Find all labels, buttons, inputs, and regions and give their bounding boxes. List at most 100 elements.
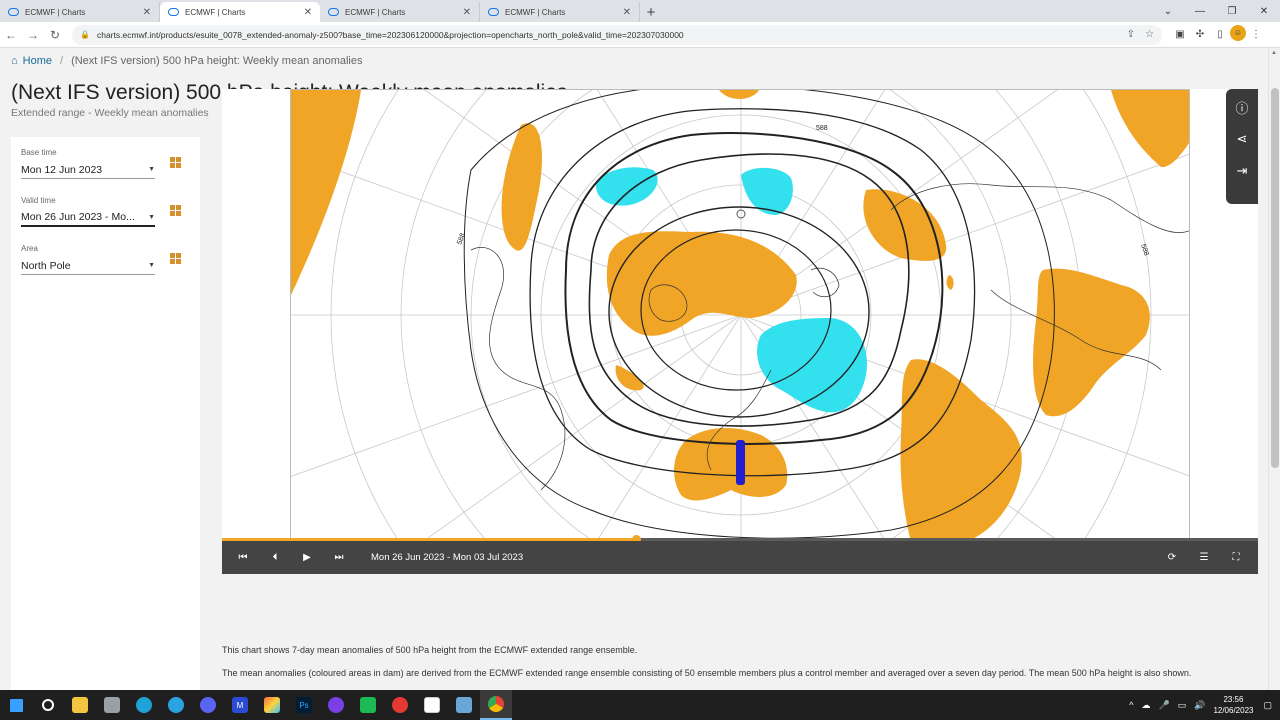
app-icon[interactable] [96,690,128,720]
breadcrumb-home-link[interactable]: Home [23,55,52,67]
ecmwf-favicon-icon [168,8,179,16]
minimize-button[interactable]: — [1184,0,1216,22]
discord-icon[interactable] [192,690,224,720]
positive-anomaly-area [946,275,954,290]
breadcrumb-separator: / [60,55,64,67]
taskbar-clock[interactable]: 23:56 12/06/2023 [1213,694,1253,716]
bookmark-star-icon[interactable]: ☆ [1145,29,1154,40]
step-back-icon[interactable]: ⏴ [259,541,291,574]
close-tab-icon[interactable]: ✕ [623,7,631,18]
home-icon[interactable]: ⌂ [11,55,18,67]
reload-button[interactable]: ↻ [44,24,66,46]
new-tab-button[interactable]: + [640,2,662,22]
notification-icon[interactable]: ▢ [1263,700,1272,711]
edge-browser-icon[interactable] [128,690,160,720]
close-tab-icon[interactable]: ✕ [463,7,471,18]
chart-container: 588 588 588 [222,89,1258,541]
page-scrollbar[interactable]: ▲ [1268,48,1280,690]
share-icon[interactable]: ⋖ [1226,124,1258,154]
browser-menu-icon[interactable]: ⋮ [1246,25,1266,45]
player-time-range: Mon 26 Jun 2023 - Mon 03 Jul 2023 [371,552,524,563]
fullscreen-icon[interactable]: ⛶ [1220,541,1252,574]
anomaly-map[interactable]: 588 588 588 [290,89,1190,541]
positive-anomaly-area [291,90,361,295]
tab-label: ECMWF | Charts [345,7,406,17]
scroll-up-icon[interactable]: ▲ [1271,50,1277,56]
extensions-puzzle-icon[interactable]: ✣ [1190,25,1210,45]
profile-avatar[interactable]: ☺ [1230,24,1246,41]
cloud-icon[interactable]: ☁ [1141,700,1150,711]
area-label: Area [21,244,38,253]
app-icon[interactable] [352,690,384,720]
breadcrumb: ⌂ Home / (Next IFS version) 500 hPa heig… [11,55,363,67]
close-window-button[interactable]: ✕ [1248,0,1280,22]
animation-player: ⏮ ⏴ ▶ ⏭ Mon 26 Jun 2023 - Mon 03 Jul 202… [222,541,1258,574]
browser-tab-active[interactable]: ECMWF | Charts ✕ [160,2,320,22]
positive-anomaly-area [863,189,947,261]
tray-overflow-icon[interactable]: ^ [1129,700,1133,710]
area-field: Area North Pole ▼ [21,244,197,275]
play-icon[interactable]: ▶ [291,541,323,574]
url-text[interactable]: charts.ecmwf.int/products/esuite_0078_ex… [97,30,1117,40]
page-subtitle: Extended range - Weekly mean anomalies [11,107,209,119]
file-explorer-icon[interactable] [64,690,96,720]
contour-label: 588 [1139,243,1150,256]
grid-view-icon[interactable] [170,253,181,264]
skip-first-icon[interactable]: ⏮ [227,541,259,574]
side-panel-icon[interactable]: ▯ [1210,25,1230,45]
volume-icon[interactable]: 🔊 [1194,700,1205,711]
browser-tab[interactable]: ECMWF | Charts ✕ [480,2,640,22]
app-icon[interactable] [256,690,288,720]
app-icon[interactable] [448,690,480,720]
export-icon[interactable]: ⇥ [1226,156,1258,186]
lock-icon[interactable]: 🔒 [80,30,90,39]
browser-tab-strip: ECMWF | Charts ✕ ECMWF | Charts ✕ ECMWF … [0,0,1280,22]
info-icon[interactable]: ⓘ [1226,92,1258,122]
photoshop-icon[interactable]: Ps [288,690,320,720]
forward-button[interactable]: → [22,24,44,46]
back-button[interactable]: ← [0,24,22,46]
area-select[interactable]: North Pole ▼ [21,257,155,275]
m-app-icon[interactable]: M [224,690,256,720]
base-time-value: Mon 12 Jun 2023 [21,163,103,176]
paint-icon[interactable] [416,690,448,720]
app-icon[interactable] [384,690,416,720]
positive-anomaly-area [1033,268,1150,417]
valid-time-select[interactable]: Mon 26 Jun 2023 - Mo... ▼ [21,209,155,227]
mic-icon[interactable]: 🎤 [1158,700,1169,711]
chart-description: The mean anomalies (coloured areas in da… [222,668,1192,678]
area-value: North Pole [21,259,71,272]
network-icon[interactable]: ▭ [1178,700,1187,711]
share-icon[interactable]: ⇪ [1127,29,1135,40]
ecmwf-favicon-icon [488,8,499,16]
extensions-bar: ▣ ✣ ▯ ☺ ⋮ [1170,24,1266,45]
player-right-controls: ⟳ ☰ ⛶ [1156,541,1252,574]
close-tab-icon[interactable]: ✕ [143,7,151,18]
app-icon[interactable] [320,690,352,720]
dropdown-arrow-icon: ▼ [148,262,155,269]
grid-view-icon[interactable] [170,205,181,216]
tab-search-icon[interactable]: ⌄ [1152,0,1184,22]
url-input[interactable]: 🔒 charts.ecmwf.int/products/esuite_0078_… [72,24,1162,45]
close-tab-icon[interactable]: ✕ [304,7,312,18]
base-time-field: Base time Mon 12 Jun 2023 ▼ [21,148,197,179]
chart-description: This chart shows 7-day mean anomalies of… [222,645,638,655]
telegram-icon[interactable] [160,690,192,720]
positive-anomaly-area [1111,90,1189,168]
grid-view-icon[interactable] [170,157,181,168]
browser-tab[interactable]: ECMWF | Charts ✕ [0,2,160,22]
chrome-browser-icon[interactable] [480,690,512,720]
restore-button[interactable]: ❐ [1216,0,1248,22]
windows-start-icon[interactable] [0,690,32,720]
loop-icon[interactable]: ⟳ [1156,541,1188,574]
extension-icon[interactable]: ▣ [1170,25,1190,45]
search-icon[interactable] [32,690,64,720]
clock-time: 23:56 [1223,695,1244,704]
clock-date: 12/06/2023 [1213,706,1254,715]
tab-label: ECMWF | Charts [505,7,566,17]
scroll-thumb[interactable] [1271,88,1279,468]
skip-last-icon[interactable]: ⏭ [323,541,355,574]
frames-list-icon[interactable]: ☰ [1188,541,1220,574]
base-time-select[interactable]: Mon 12 Jun 2023 ▼ [21,161,155,179]
browser-tab[interactable]: ECMWF | Charts ✕ [320,2,480,22]
